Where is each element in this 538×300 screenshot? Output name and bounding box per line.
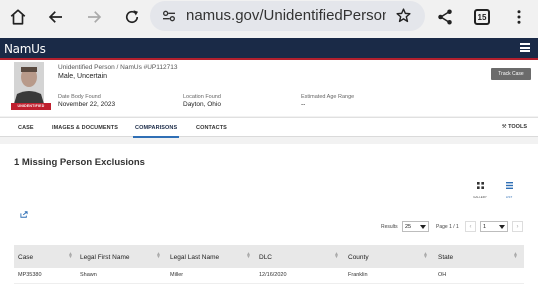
list-label: LIST	[505, 195, 513, 199]
tools-button[interactable]: ⚒ TOOLS	[502, 124, 527, 130]
address-bar[interactable]: namus.gov/UnidentifiedPersons/C	[150, 1, 425, 31]
sort-icon[interactable]: ▲ ▼	[156, 252, 161, 260]
bookmark-star-icon[interactable]	[395, 7, 412, 29]
chevron-down-icon	[499, 225, 505, 229]
age-range-label: Estimated Age Range	[301, 94, 355, 100]
row-divider	[14, 283, 524, 284]
tab-case[interactable]: CASE	[18, 125, 34, 131]
cell-dlc: 12/16/2020	[259, 272, 287, 278]
column-header-dlc[interactable]: DLC	[259, 254, 272, 261]
url-text: namus.gov/UnidentifiedPersons/C	[186, 7, 386, 24]
column-header-first-name[interactable]: Legal First Name	[80, 254, 130, 261]
sort-icon[interactable]: ▲ ▼	[423, 252, 428, 260]
wrench-icon: ⚒	[501, 124, 507, 130]
cell-first-name: Shawn	[80, 272, 97, 278]
case-id: Unidentified Person / NamUs #UP112713	[58, 64, 178, 71]
site-header: NamUs	[0, 38, 538, 60]
share-icon[interactable]	[432, 4, 458, 30]
cell-state: OH	[438, 272, 447, 278]
page-select-value: 1	[483, 223, 487, 230]
track-case-button[interactable]: Track Case	[491, 68, 531, 80]
column-header-state[interactable]: State	[438, 254, 453, 261]
case-tabs: CASE IMAGES & DOCUMENTS COMPARISONS CONT…	[0, 117, 538, 138]
hamburger-menu-icon[interactable]	[520, 43, 530, 52]
export-icon[interactable]	[20, 211, 28, 218]
cell-case[interactable]: MP35380	[18, 272, 42, 278]
results-per-page-select[interactable]: 25	[402, 221, 429, 232]
prev-page-button[interactable]: ‹	[465, 221, 476, 232]
site-logo[interactable]: NamUs	[4, 42, 46, 56]
age-range-value: --	[301, 101, 306, 108]
grid-icon	[476, 182, 484, 189]
cell-last-name: Miller	[170, 272, 184, 278]
column-header-county[interactable]: County	[348, 254, 369, 261]
date-found-label: Date Body Found	[58, 94, 101, 100]
results-per-page-value: 25	[405, 223, 412, 230]
cell-county: Franklin	[348, 272, 368, 278]
column-header-case[interactable]: Case	[18, 254, 33, 261]
list-view-button[interactable]: LIST	[501, 176, 517, 199]
browser-toolbar: namus.gov/UnidentifiedPersons/C 15	[0, 0, 538, 36]
tab-switcher-button[interactable]: 15	[469, 4, 495, 30]
reload-icon[interactable]	[119, 4, 145, 30]
gallery-label: GALLERY	[473, 195, 487, 199]
home-icon[interactable]	[5, 4, 31, 30]
sort-icon[interactable]: ▲ ▼	[513, 252, 518, 260]
chevron-down-icon	[420, 225, 426, 229]
page-label: Page 1 / 1	[436, 224, 459, 230]
tab-images-documents[interactable]: IMAGES & DOCUMENTS	[52, 125, 118, 131]
location-label: Location Found	[183, 94, 221, 100]
sort-icon[interactable]: ▲ ▼	[334, 252, 339, 260]
forward-arrow-icon[interactable]	[81, 4, 107, 30]
unidentified-badge: UNIDENTIFIED	[11, 103, 51, 110]
sort-icon[interactable]: ▲ ▼	[68, 252, 73, 260]
page-select[interactable]: 1	[480, 221, 508, 232]
tab-comparisons[interactable]: COMPARISONS	[135, 125, 177, 131]
next-page-button[interactable]: ›	[512, 221, 523, 232]
panel-title: 1 Missing Person Exclusions	[14, 157, 145, 168]
active-tab-indicator	[133, 136, 179, 138]
column-header-last-name[interactable]: Legal Last Name	[170, 254, 219, 261]
back-arrow-icon[interactable]	[43, 4, 69, 30]
date-found-value: November 22, 2023	[58, 101, 116, 108]
tab-count: 15	[474, 9, 490, 25]
location-value: Dayton, Ohio	[183, 101, 221, 108]
gallery-view-button[interactable]: GALLERY	[472, 176, 488, 199]
case-photo[interactable]	[14, 62, 44, 104]
tab-contacts[interactable]: CONTACTS	[196, 125, 227, 131]
tools-label: TOOLS	[508, 124, 527, 130]
site-settings-icon[interactable]	[161, 8, 177, 29]
more-options-icon[interactable]	[506, 4, 532, 30]
list-icon	[505, 182, 513, 189]
results-label: Results	[381, 224, 398, 230]
case-name: Male, Uncertain	[58, 73, 108, 80]
sort-icon[interactable]: ▲ ▼	[246, 252, 251, 260]
